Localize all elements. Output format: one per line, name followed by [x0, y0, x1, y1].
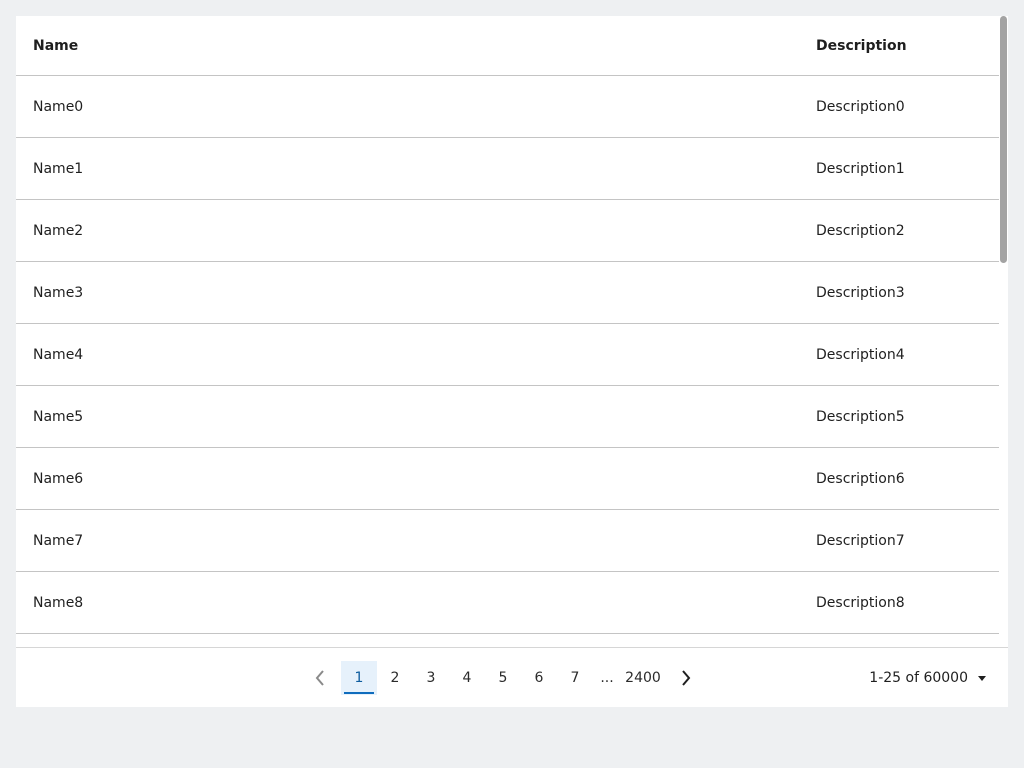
- name-cell: Name4: [33, 346, 84, 363]
- name-cell: Name3: [33, 284, 84, 301]
- page-button-3[interactable]: 3: [413, 661, 449, 695]
- table-row[interactable]: Name7 Description7: [16, 510, 999, 572]
- column-header-name[interactable]: Name: [33, 16, 78, 75]
- data-grid: Name Description Name0 Description0 Name…: [16, 16, 1008, 707]
- page-button-7[interactable]: 7: [557, 661, 593, 695]
- header-row: Name Description: [16, 16, 999, 76]
- table-row[interactable]: Name5 Description5: [16, 386, 999, 448]
- name-cell: Name6: [33, 470, 84, 487]
- table-row[interactable]: Name8 Description8: [16, 572, 999, 634]
- vertical-scrollbar[interactable]: [999, 16, 1008, 647]
- column-header-description[interactable]: Description: [816, 16, 907, 75]
- name-cell: Name8: [33, 594, 84, 611]
- scrollbar-thumb[interactable]: [1000, 16, 1007, 263]
- table-row[interactable]: Name0 Description0: [16, 76, 999, 138]
- description-cell: Description5: [816, 408, 905, 425]
- chevron-right-icon: [682, 670, 691, 686]
- page-button-2[interactable]: 2: [377, 661, 413, 695]
- caret-down-icon: [978, 675, 986, 681]
- description-cell: Description1: [816, 160, 905, 177]
- description-cell: Description8: [816, 594, 905, 611]
- page-button-1[interactable]: 1: [341, 661, 377, 695]
- table-row[interactable]: Name4 Description4: [16, 324, 999, 386]
- table-row[interactable]: Name1 Description1: [16, 138, 999, 200]
- page-button-6[interactable]: 6: [521, 661, 557, 695]
- name-cell: Name7: [33, 532, 84, 549]
- page-button-5[interactable]: 5: [485, 661, 521, 695]
- range-label: 1-25 of 60000: [869, 670, 968, 686]
- name-cell: Name2: [33, 222, 84, 239]
- pager: 1 2 3 4 5 6 7 ... 2400: [305, 648, 701, 707]
- table-row[interactable]: Name2 Description2: [16, 200, 999, 262]
- name-cell: Name1: [33, 160, 84, 177]
- page-size-dropdown[interactable]: 1-25 of 60000: [869, 648, 986, 707]
- name-cell: Name0: [33, 98, 84, 115]
- description-cell: Description7: [816, 532, 905, 549]
- prev-page-button[interactable]: [305, 663, 335, 693]
- table-row[interactable]: Name6 Description6: [16, 448, 999, 510]
- description-cell: Description2: [816, 222, 905, 239]
- page-button-last[interactable]: 2400: [621, 661, 665, 695]
- name-cell: Name5: [33, 408, 84, 425]
- pagination-ellipsis: ...: [600, 670, 614, 686]
- table-row[interactable]: Name3 Description3: [16, 262, 999, 324]
- next-page-button[interactable]: [671, 663, 701, 693]
- description-cell: Description6: [816, 470, 905, 487]
- description-cell: Description3: [816, 284, 905, 301]
- page-button-4[interactable]: 4: [449, 661, 485, 695]
- description-cell: Description4: [816, 346, 905, 363]
- chevron-left-icon: [315, 670, 324, 686]
- description-cell: Description0: [816, 98, 905, 115]
- pagination-footer: 1 2 3 4 5 6 7 ... 2400 1-25 of 60000: [16, 647, 1008, 707]
- grid-scroll-area[interactable]: Name Description Name0 Description0 Name…: [16, 16, 1008, 647]
